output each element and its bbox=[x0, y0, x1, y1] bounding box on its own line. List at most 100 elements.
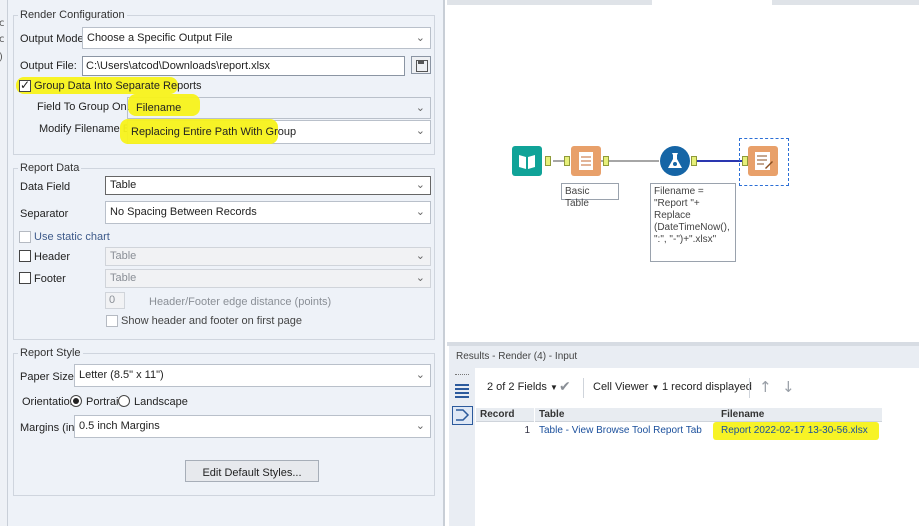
input-anchor[interactable] bbox=[564, 156, 570, 166]
chevron-down-icon: ⌄ bbox=[415, 419, 425, 432]
strip-glyph-2: c bbox=[0, 34, 5, 45]
chevron-down-icon: ⌄ bbox=[415, 178, 425, 191]
output-mode-label: Output Mode: bbox=[20, 33, 87, 45]
footer-select[interactable]: Table ⌄ bbox=[105, 269, 431, 288]
paper-size-value: Letter (8.5" x 11") bbox=[79, 369, 164, 381]
chevron-down-icon: ⌄ bbox=[415, 249, 425, 262]
modify-filename-value: Replacing Entire Path With Group bbox=[131, 126, 297, 138]
fields-label: 2 of 2 Fields bbox=[487, 381, 547, 393]
show-first-page-checkbox[interactable] bbox=[106, 315, 118, 327]
field-to-group-value: Filename bbox=[136, 102, 182, 114]
formula-line: (DateTimeNow(), bbox=[654, 222, 730, 233]
strip-glyph-3: ) bbox=[0, 52, 3, 63]
footer-checkbox[interactable] bbox=[19, 272, 31, 284]
output-anchor[interactable] bbox=[545, 156, 551, 166]
output-mode-select[interactable]: Choose a Specific Output File ⌄ bbox=[82, 27, 431, 49]
arrow-down-icon[interactable]: ↓ bbox=[782, 378, 795, 396]
formula-line: Filename = bbox=[654, 186, 704, 197]
portrait-label: Portrait bbox=[86, 396, 122, 408]
column-header-record[interactable]: Record bbox=[476, 408, 534, 422]
landscape-radio[interactable] bbox=[118, 395, 130, 407]
edge-distance-stepper[interactable]: 0 bbox=[105, 292, 125, 309]
chevron-down-icon: ▼ bbox=[549, 383, 558, 392]
render-report-icon[interactable] bbox=[748, 146, 778, 176]
output-mode-value: Choose a Specific Output File bbox=[87, 32, 233, 44]
cell-viewer-label: Cell Viewer bbox=[593, 381, 649, 393]
chevron-down-icon: ⌄ bbox=[415, 205, 425, 218]
fields-dropdown[interactable]: 2 of 2 Fields ▼ bbox=[487, 381, 558, 393]
data-field-label: Data Field bbox=[20, 181, 71, 193]
toolbar-separator bbox=[583, 378, 584, 398]
chevron-down-icon: ▼ bbox=[651, 383, 660, 392]
cell-viewer-dropdown[interactable]: Cell Viewer ▼ bbox=[593, 381, 659, 393]
formula-line: "Report "+ bbox=[654, 198, 700, 209]
output-anchor[interactable] bbox=[603, 156, 609, 166]
header-checkbox[interactable] bbox=[19, 250, 31, 262]
portrait-radio[interactable] bbox=[70, 395, 82, 407]
record-view-icon[interactable] bbox=[452, 406, 473, 425]
output-file-input[interactable]: C:\Users\atcod\Downloads\report.xlsx bbox=[82, 56, 405, 76]
data-field-select[interactable]: Table ⌄ bbox=[105, 176, 431, 195]
left-toolbar-strip: c c ) bbox=[0, 0, 8, 526]
report-data-title: Report Data bbox=[18, 162, 82, 174]
chevron-down-icon: ⌄ bbox=[415, 101, 425, 114]
chevron-down-icon: ⌄ bbox=[415, 271, 425, 284]
report-style-title: Report Style bbox=[18, 347, 83, 359]
paper-size-select[interactable]: Letter (8.5" x 11") ⌄ bbox=[74, 364, 431, 387]
check-icon[interactable]: ✔ bbox=[559, 379, 571, 395]
separator-value: No Spacing Between Records bbox=[110, 206, 257, 218]
basic-table-annotation: Basic Table bbox=[561, 183, 619, 209]
edge-distance-label: Header/Footer edge distance (points) bbox=[149, 296, 332, 308]
formula-line: Replace bbox=[654, 210, 691, 221]
landscape-label: Landscape bbox=[134, 396, 188, 408]
strip-glyph-1: c bbox=[0, 18, 5, 29]
separator-select[interactable]: No Spacing Between Records ⌄ bbox=[105, 201, 431, 224]
cell-filename[interactable]: Report 2022-02-17 13-30-56.xlsx bbox=[717, 424, 882, 438]
margins-value: 0.5 inch Margins bbox=[79, 420, 160, 432]
render-configuration-title: Render Configuration bbox=[18, 9, 127, 21]
margins-select[interactable]: 0.5 inch Margins ⌄ bbox=[74, 415, 431, 438]
paper-size-label: Paper Size bbox=[20, 371, 74, 383]
configuration-panel: Render Configuration Output Mode: Choose… bbox=[8, 0, 445, 526]
workflow-canvas[interactable]: Basic Table Filename = "Report "+ Replac… bbox=[447, 0, 919, 342]
formula-line: ":", "-")+".xlsx" bbox=[654, 234, 717, 245]
output-anchor[interactable] bbox=[691, 156, 697, 166]
arrow-up-icon[interactable]: ↑ bbox=[759, 378, 772, 396]
formula-annotation: Filename = "Report "+ Replace (DateTimeN… bbox=[650, 183, 736, 262]
static-chart-checkbox[interactable] bbox=[19, 231, 31, 243]
margins-label: Margins (in.) bbox=[20, 422, 82, 434]
header-label: Header bbox=[34, 251, 71, 263]
edge-distance-value: 0 bbox=[109, 294, 116, 306]
data-field-value: Table bbox=[110, 179, 137, 191]
footer-value: Table bbox=[110, 272, 137, 284]
basic-table-icon[interactable] bbox=[571, 146, 601, 176]
header-value: Table bbox=[110, 250, 137, 262]
group-data-checkbox[interactable] bbox=[19, 78, 31, 92]
static-chart-label: Use static chart bbox=[34, 231, 110, 243]
input-book-icon[interactable] bbox=[512, 146, 542, 176]
formula-flask-icon[interactable] bbox=[660, 146, 690, 176]
group-data-label: Group Data Into Separate Reports bbox=[34, 80, 202, 92]
footer-label: Footer bbox=[34, 273, 66, 285]
field-to-group-label: Field To Group On: bbox=[37, 101, 130, 113]
records-displayed: 1 record displayed bbox=[662, 381, 752, 393]
grip-handle[interactable] bbox=[455, 374, 469, 376]
column-header-filename[interactable]: Filename bbox=[717, 408, 882, 422]
cell-record: 1 bbox=[524, 425, 530, 436]
chevron-down-icon: ⌄ bbox=[415, 124, 425, 137]
toolbar-separator bbox=[749, 378, 750, 398]
edit-default-styles-button[interactable]: Edit Default Styles... bbox=[185, 460, 319, 482]
results-pane: Results - Render (4) - Input 2 of 2 Fiel… bbox=[449, 346, 919, 526]
header-select[interactable]: Table ⌄ bbox=[105, 247, 431, 266]
orientation-label: Orientation bbox=[22, 396, 76, 408]
save-icon[interactable] bbox=[411, 56, 431, 74]
results-sidebar bbox=[449, 368, 475, 526]
chevron-down-icon: ⌄ bbox=[415, 368, 425, 381]
column-header-table[interactable]: Table bbox=[535, 408, 717, 422]
separator-label: Separator bbox=[20, 208, 69, 220]
results-title: Results - Render (4) - Input bbox=[449, 346, 919, 368]
output-file-label: Output File: bbox=[20, 60, 77, 72]
cell-table[interactable]: Table - View Browse Tool Report Tab bbox=[535, 424, 717, 438]
show-first-page-label: Show header and footer on first page bbox=[121, 315, 303, 327]
chevron-down-icon: ⌄ bbox=[415, 31, 425, 44]
